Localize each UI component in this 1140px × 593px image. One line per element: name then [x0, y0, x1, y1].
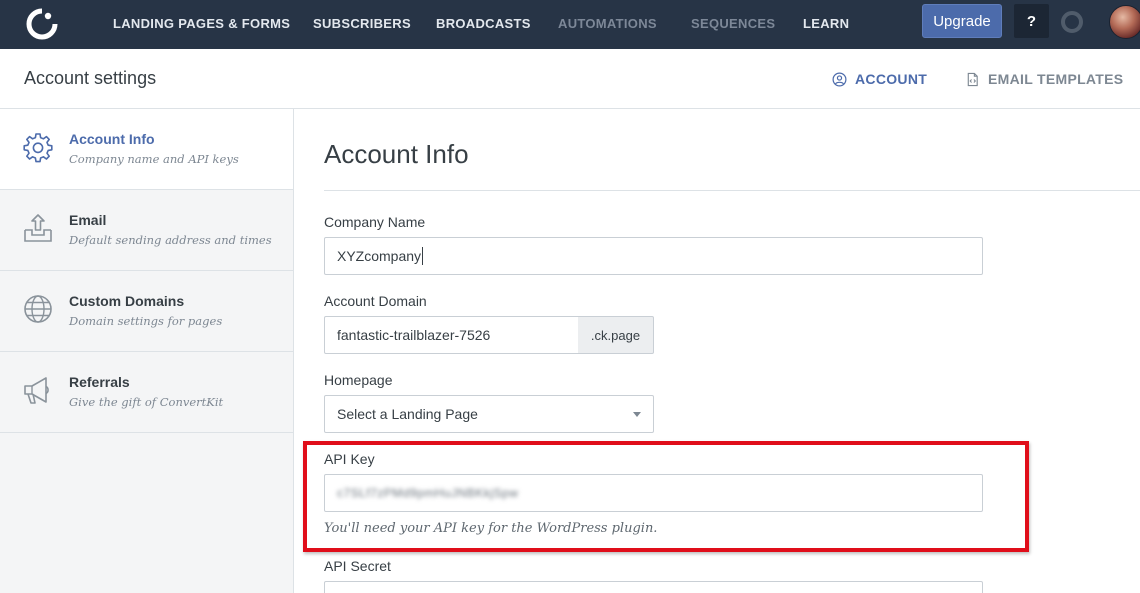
- avatar[interactable]: [1109, 5, 1140, 39]
- top-nav: LANDING PAGES & FORMS SUBSCRIBERS BROADC…: [0, 0, 1140, 49]
- sidebar-item-subtitle: Domain settings for pages: [69, 314, 223, 328]
- homepage-label: Homepage: [324, 372, 393, 388]
- api-secret-input[interactable]: [324, 581, 983, 593]
- file-code-icon: [967, 72, 978, 86]
- api-key-help-text: You'll need your API key for the WordPre…: [324, 521, 658, 536]
- sidebar-item-custom-domains[interactable]: Custom Domains Domain settings for pages: [0, 271, 293, 352]
- sidebar-item-subtitle: Default sending address and times: [69, 233, 272, 247]
- sidebar-item-title: Email: [69, 212, 107, 228]
- nav-sequences[interactable]: SEQUENCES: [691, 16, 775, 31]
- nav-automations[interactable]: AUTOMATIONS: [558, 16, 657, 31]
- tab-account-label: ACCOUNT: [855, 71, 928, 87]
- sidebar-item-account-info[interactable]: Account Info Company name and API keys: [0, 109, 293, 190]
- nav-learn[interactable]: LEARN: [803, 16, 849, 31]
- sidebar-item-email[interactable]: Email Default sending address and times: [0, 190, 293, 271]
- inbox-upload-icon: [24, 214, 52, 242]
- api-key-label: API Key: [324, 451, 375, 467]
- company-name-value: XYZcompany: [337, 248, 422, 264]
- company-name-input[interactable]: XYZcompany: [324, 237, 983, 275]
- sidebar-item-subtitle: Company name and API keys: [69, 152, 239, 166]
- api-key-value: c7SLf7zPMd9pmHuJNBKkjSpw: [337, 486, 519, 500]
- nav-broadcasts[interactable]: BROADCASTS: [436, 16, 531, 31]
- homepage-select[interactable]: Select a Landing Page: [324, 395, 654, 433]
- user-circle-icon: [832, 72, 847, 86]
- nav-landing-pages[interactable]: LANDING PAGES & FORMS: [113, 16, 290, 31]
- sidebar-item-title: Account Info: [69, 131, 155, 147]
- settings-sidebar: Account Info Company name and API keys E…: [0, 109, 294, 593]
- account-domain-input[interactable]: fantastic-trailblazer-7526: [324, 316, 579, 354]
- sidebar-item-subtitle: Give the gift of ConvertKit: [69, 395, 224, 409]
- homepage-selected-value: Select a Landing Page: [337, 406, 478, 422]
- tab-email-templates[interactable]: EMAIL TEMPLATES: [965, 71, 1123, 87]
- api-secret-label: API Secret: [324, 558, 391, 574]
- section-divider: [324, 190, 1140, 191]
- caret-down-icon: [633, 412, 641, 417]
- globe-icon: [24, 295, 52, 323]
- page-title: Account settings: [24, 68, 157, 88]
- megaphone-icon: [24, 377, 49, 404]
- tab-email-templates-label: EMAIL TEMPLATES: [988, 71, 1124, 87]
- domain-suffix: .ck.page: [578, 316, 654, 354]
- company-name-label: Company Name: [324, 214, 426, 230]
- status-ring-icon[interactable]: [1061, 11, 1083, 33]
- help-button[interactable]: ?: [1014, 4, 1049, 38]
- api-key-input[interactable]: c7SLf7zPMd9pmHuJNBKkjSpw: [324, 474, 983, 512]
- sidebar-item-title: Custom Domains: [69, 293, 185, 309]
- sidebar-item-referrals[interactable]: Referrals Give the gift of ConvertKit: [0, 352, 293, 433]
- account-domain-value: fantastic-trailblazer-7526: [337, 327, 491, 343]
- tab-account[interactable]: ACCOUNT: [832, 71, 927, 87]
- section-title: Account Info: [324, 139, 469, 169]
- nav-subscribers[interactable]: SUBSCRIBERS: [313, 16, 411, 31]
- gear-icon: [23, 133, 53, 163]
- convertkit-logo-icon[interactable]: [24, 6, 60, 42]
- upgrade-button[interactable]: Upgrade: [922, 4, 1002, 38]
- settings-header: Account settings ACCOUNT EMAIL TEMPLATES: [0, 49, 1140, 109]
- account-domain-label: Account Domain: [324, 293, 427, 309]
- text-caret: [422, 247, 424, 265]
- sidebar-item-title: Referrals: [69, 374, 130, 390]
